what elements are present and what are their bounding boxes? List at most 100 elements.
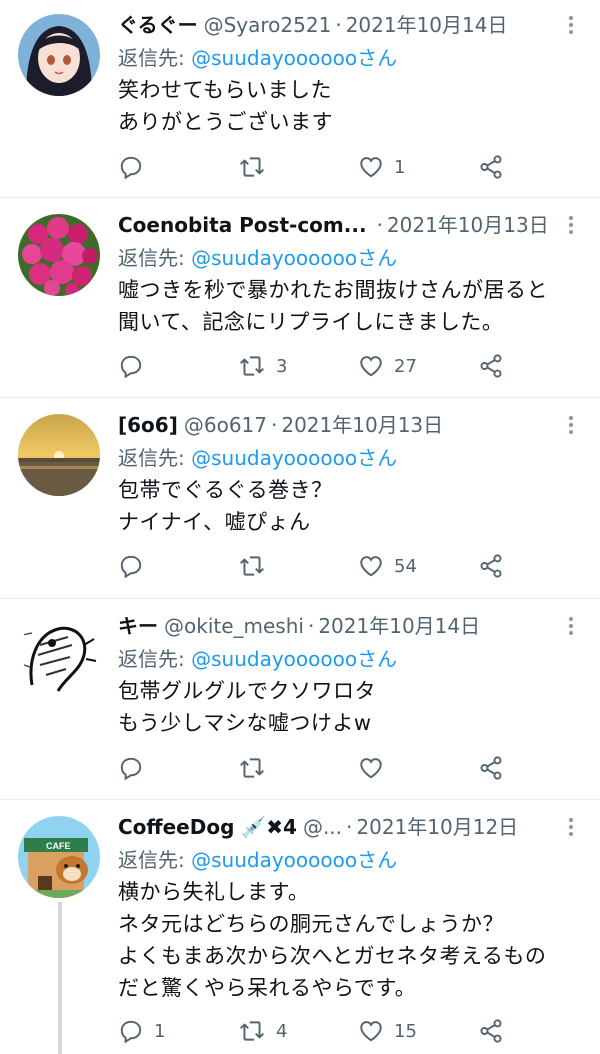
- avatar[interactable]: [18, 214, 100, 296]
- separator-dot: ·: [307, 614, 315, 638]
- user-handle[interactable]: @okite_meshi: [164, 614, 304, 638]
- retweet-button[interactable]: [238, 751, 276, 785]
- reply-to-handle[interactable]: @suudayoooooo: [191, 46, 357, 70]
- share-button[interactable]: [478, 349, 504, 383]
- like-count: 54: [394, 555, 417, 577]
- share-button[interactable]: [478, 549, 504, 583]
- like-button[interactable]: 1: [358, 150, 405, 184]
- share-icon: [480, 1019, 502, 1043]
- reply-suffix: さん: [357, 246, 398, 270]
- reply-icon: [120, 156, 142, 180]
- separator-dot: ·: [346, 815, 353, 839]
- reply-icon: [120, 757, 142, 781]
- like-icon: [360, 356, 382, 377]
- reply-context: 返信先: @suudayooooooさん: [118, 242, 582, 274]
- display-name[interactable]: CoffeeDog 💉✖4: [118, 815, 297, 839]
- tweet[interactable]: CAFE CoffeeDog 💉✖4 @... · 2021年10月12日 返信先: …: [0, 800, 600, 1054]
- reply-context: 返信先: @suudayooooooさん: [118, 42, 582, 74]
- tweet[interactable]: [6o6] @6o617 · 2021年10月13日 返信先: @suudayoooo…: [0, 398, 600, 599]
- retweet-button[interactable]: 3: [238, 349, 287, 383]
- tweet-date[interactable]: 2021年10月14日: [346, 13, 508, 37]
- more-icon[interactable]: [564, 408, 578, 442]
- reply-button[interactable]: [118, 549, 154, 583]
- retweet-button[interactable]: [238, 150, 276, 184]
- like-button[interactable]: 54: [358, 549, 417, 583]
- more-icon[interactable]: [564, 208, 578, 242]
- tweet-header: [6o6] @6o617 · 2021年10月13日: [118, 408, 582, 442]
- avatar[interactable]: [18, 615, 100, 697]
- reply-icon: [120, 1020, 142, 1044]
- separator-dot: ·: [271, 413, 278, 437]
- reply-button[interactable]: [118, 751, 154, 785]
- reply-suffix: さん: [357, 848, 398, 872]
- tweet-header: キー @okite_meshi · 2021年10月14日: [118, 609, 582, 643]
- share-button[interactable]: [478, 751, 504, 785]
- tweet-actions: 1 4 15: [0, 1014, 600, 1048]
- reply-to-handle[interactable]: @suudayoooooo: [191, 446, 357, 470]
- separator-dot: ·: [376, 213, 383, 237]
- tweet-text: 笑わせてもらいました ありがとうございます: [118, 78, 333, 134]
- tweet-text: 包帯グルグルでクソワロタ もう少しマシな嘘つけよw: [118, 679, 376, 735]
- reply-context: 返信先: @suudayooooooさん: [118, 643, 582, 675]
- like-count: 27: [394, 355, 417, 377]
- retweet-icon: [240, 556, 264, 576]
- retweet-icon: [240, 356, 264, 376]
- tweet-actions: 3 27: [0, 349, 600, 383]
- reply-label: 返信先:: [118, 446, 185, 470]
- reply-suffix: さん: [357, 46, 398, 70]
- more-icon[interactable]: [564, 8, 578, 42]
- reply-to-handle[interactable]: @suudayoooooo: [191, 848, 357, 872]
- reply-suffix: さん: [357, 647, 398, 671]
- display-name[interactable]: キー: [118, 614, 158, 638]
- tweet-date[interactable]: 2021年10月13日: [387, 213, 549, 237]
- tweet-date[interactable]: 2021年10月14日: [318, 614, 480, 638]
- reply-label: 返信先:: [118, 46, 185, 70]
- user-handle[interactable]: @6o617: [184, 413, 267, 437]
- reply-count: 1: [154, 1020, 166, 1042]
- reply-context: 返信先: @suudayooooooさん: [118, 442, 582, 474]
- display-name[interactable]: [6o6]: [118, 413, 178, 437]
- tweet-date[interactable]: 2021年10月12日: [356, 815, 518, 839]
- like-icon: [360, 1021, 382, 1042]
- share-icon: [480, 554, 502, 578]
- share-button[interactable]: [478, 150, 504, 184]
- tweet-header: CoffeeDog 💉✖4 @... · 2021年10月12日: [118, 810, 582, 844]
- avatar[interactable]: [18, 14, 100, 96]
- tweet-actions: [0, 751, 600, 785]
- display-name[interactable]: Coenobita Post-com...: [118, 213, 367, 237]
- retweet-button[interactable]: [238, 549, 276, 583]
- tweet-actions: 54: [0, 549, 600, 583]
- retweet-icon: [240, 157, 264, 177]
- retweet-count: 3: [276, 355, 288, 377]
- retweet-icon: [240, 758, 264, 778]
- share-icon: [480, 155, 502, 179]
- reply-button[interactable]: [118, 349, 154, 383]
- like-button[interactable]: 27: [358, 349, 417, 383]
- reply-icon: [120, 355, 142, 379]
- avatar[interactable]: CAFE: [18, 816, 100, 898]
- tweet-text: 横から失礼します。 ネタ元はどちらの胴元さんでしょうか？ よくもまあ次から次へと…: [118, 880, 547, 1000]
- reply-context: 返信先: @suudayooooooさん: [118, 844, 582, 876]
- more-icon[interactable]: [564, 609, 578, 643]
- reply-to-handle[interactable]: @suudayoooooo: [191, 246, 357, 270]
- share-button[interactable]: [478, 1014, 504, 1048]
- more-icon[interactable]: [564, 810, 578, 844]
- like-count: 1: [394, 156, 406, 178]
- user-handle[interactable]: @Syaro2521: [204, 13, 332, 37]
- tweet-text: 嘘つきを秒で暴かれたお間抜けさんが居ると 聞いて、記念にリプライしにきました。: [118, 278, 548, 334]
- tweet[interactable]: キー @okite_meshi · 2021年10月14日 返信先: @suudayo…: [0, 599, 600, 800]
- like-button[interactable]: 15: [358, 1014, 417, 1048]
- display-name[interactable]: ぐるぐー: [118, 13, 198, 37]
- retweet-button[interactable]: 4: [238, 1014, 287, 1048]
- retweet-icon: [240, 1021, 264, 1041]
- reply-button[interactable]: 1: [118, 1014, 165, 1048]
- tweet[interactable]: ぐるぐー @Syaro2521 · 2021年10月14日 返信先: @suudayo…: [0, 0, 600, 198]
- reply-button[interactable]: [118, 150, 154, 184]
- avatar[interactable]: [18, 414, 100, 496]
- reply-to-handle[interactable]: @suudayoooooo: [191, 647, 357, 671]
- user-handle[interactable]: @...: [303, 815, 342, 839]
- like-button[interactable]: [358, 751, 394, 785]
- tweet-date[interactable]: 2021年10月13日: [281, 413, 443, 437]
- tweet-header: ぐるぐー @Syaro2521 · 2021年10月14日: [118, 8, 582, 42]
- tweet[interactable]: Coenobita Post-com... · 2021年10月13日 返信先: @…: [0, 198, 600, 398]
